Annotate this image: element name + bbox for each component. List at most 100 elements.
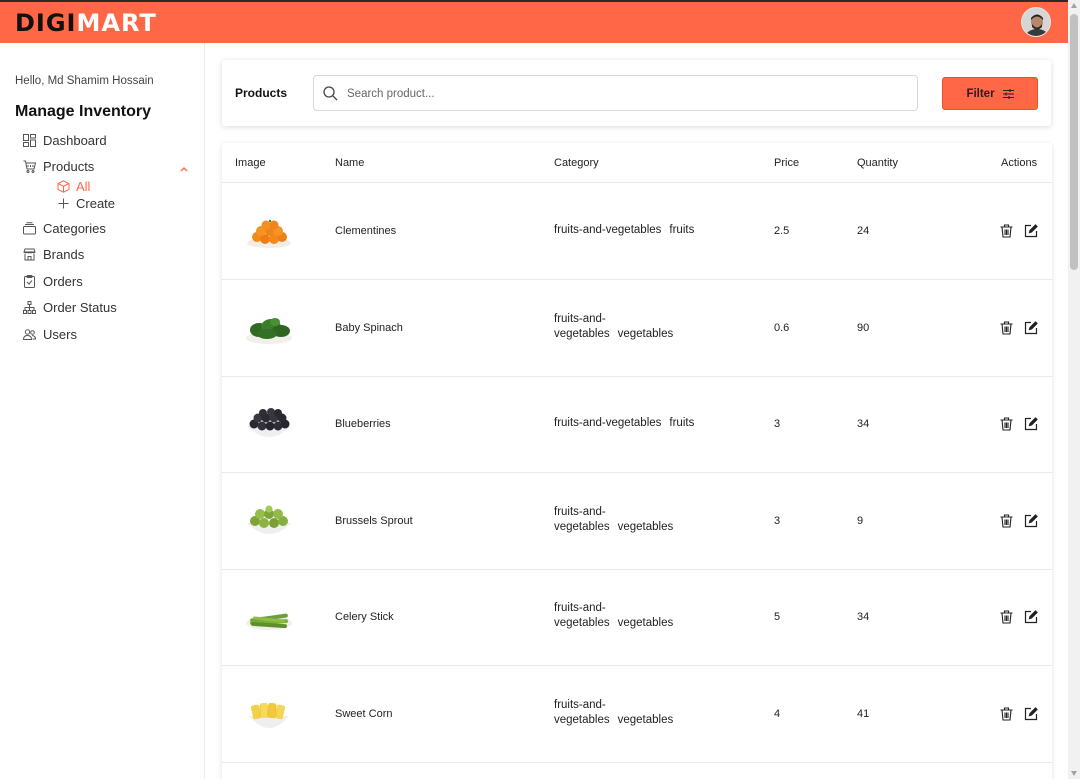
column-header-quantity: Quantity: [857, 157, 898, 169]
users-icon: [22, 327, 36, 341]
search-input[interactable]: [347, 84, 907, 104]
category-tag: fruits-and-vegetables: [554, 417, 662, 429]
categories-icon: [22, 221, 36, 235]
edit-icon[interactable]: [1023, 320, 1039, 336]
product-price: 5: [774, 611, 781, 623]
product-image-spinach: [246, 318, 292, 344]
scrollbar-thumb[interactable]: [1070, 14, 1078, 270]
edit-icon[interactable]: [1023, 223, 1039, 239]
delete-icon[interactable]: [998, 609, 1014, 625]
product-name: Celery Stick: [335, 611, 394, 623]
sidebar-item-products[interactable]: Products: [22, 156, 192, 176]
product-image-clementines: [247, 219, 291, 248]
sidebar-item-label: Dashboard: [43, 132, 107, 148]
product-category: fruits-and-vegetables vegetables: [554, 698, 724, 728]
table-row: Baby Spinach fruits-and-vegetables vegeta…: [222, 280, 1052, 377]
category-tag: fruits-and-vegetables: [554, 506, 610, 533]
sidebar-item-categories[interactable]: Categories: [22, 218, 192, 238]
sidebar-item-label: Products: [43, 158, 95, 174]
product-name: Blueberries: [335, 418, 391, 430]
edit-icon[interactable]: [1023, 416, 1039, 432]
product-name: Baby Spinach: [335, 322, 403, 334]
category-tag: fruits: [669, 224, 695, 236]
product-category: fruits-and-vegetables vegetables: [554, 601, 724, 631]
greeting: Hello, Md Shamim Hossain: [15, 75, 154, 87]
product-price: 0.6: [774, 322, 790, 334]
product-quantity: 9: [857, 515, 864, 527]
store-icon: [22, 247, 36, 261]
category-tag: fruits: [669, 417, 695, 429]
sidebar-item-label: Orders: [43, 273, 83, 289]
delete-icon[interactable]: [998, 416, 1014, 432]
category-tag: vegetables: [617, 328, 674, 340]
search-icon: [323, 86, 338, 106]
chevron-up-icon[interactable]: [180, 160, 188, 175]
edit-icon[interactable]: [1023, 706, 1039, 722]
product-image-sweet-corn: [249, 702, 289, 728]
delete-icon[interactable]: [998, 706, 1014, 722]
plus-icon: [56, 196, 70, 210]
search-panel: Products Filter: [222, 60, 1051, 126]
sidebar-item-label: Brands: [43, 246, 85, 262]
column-header-image: Image: [235, 157, 266, 169]
category-tag: vegetables: [617, 617, 674, 629]
sidebar-subitem-create[interactable]: Create: [56, 195, 115, 211]
column-header-name: Name: [335, 157, 365, 169]
sidebar-item-label: Users: [43, 326, 77, 342]
table-header: Image Name Category Price Quantity Actio…: [222, 143, 1052, 183]
category-tag: vegetables: [617, 521, 674, 533]
product-quantity: 34: [857, 611, 870, 623]
cart-icon: [22, 159, 36, 173]
logo-part1: DIGI: [15, 9, 77, 37]
product-price: 3: [774, 515, 781, 527]
product-quantity: 34: [857, 418, 870, 430]
sidebar-item-users[interactable]: Users: [22, 324, 192, 344]
product-name: Sweet Corn: [335, 708, 393, 720]
logo-part2: MART: [76, 9, 157, 37]
scroll-down-arrow-icon[interactable]: [1071, 771, 1077, 776]
search-box[interactable]: [313, 75, 918, 111]
filter-button-label: Filter: [966, 87, 995, 100]
edit-icon[interactable]: [1023, 609, 1039, 625]
user-avatar[interactable]: [1021, 7, 1051, 37]
sidebar-title: Manage Inventory: [15, 103, 152, 120]
filter-button[interactable]: Filter: [942, 77, 1038, 110]
logo[interactable]: DIGIMART: [15, 9, 157, 37]
product-price: 2.5: [774, 225, 790, 237]
top-header: DIGIMART: [0, 0, 1068, 43]
hierarchy-icon: [22, 300, 36, 314]
product-image-blueberries: [247, 408, 291, 437]
product-price: 3: [774, 418, 781, 430]
avatar-icon: [1022, 8, 1050, 36]
product-quantity: 41: [857, 708, 870, 720]
category-tag: fruits-and-vegetables: [554, 602, 610, 629]
product-category: fruits-and-vegetables vegetables: [554, 505, 724, 535]
table-row: Sweet Corn fruits-and-vegetables vegetabl…: [222, 666, 1052, 763]
column-header-actions: Actions: [1001, 157, 1038, 169]
sidebar-item-orders[interactable]: Orders: [22, 271, 192, 291]
page-scrollbar[interactable]: [1068, 0, 1080, 779]
sidebar: Hello, Md Shamim Hossain Manage Inventor…: [0, 43, 205, 779]
product-category: fruits-and-vegetables fruits: [554, 223, 724, 238]
product-category: fruits-and-vegetables fruits: [554, 416, 724, 431]
sidebar-item-dashboard[interactable]: Dashboard: [22, 130, 192, 150]
scroll-up-arrow-icon[interactable]: [1071, 3, 1077, 8]
sidebar-subitem-label: Create: [76, 195, 116, 211]
category-tag: fruits-and-vegetables: [554, 224, 662, 236]
sidebar-item-order-status[interactable]: Order Status: [22, 297, 192, 317]
cube-icon: [56, 179, 70, 193]
delete-icon[interactable]: [998, 513, 1014, 529]
product-image-celery: [246, 613, 292, 630]
table-row: Brussels Sprout fruits-and-vegetables veg…: [222, 473, 1052, 570]
sidebar-subitem-all[interactable]: All: [56, 178, 90, 194]
delete-icon[interactable]: [998, 223, 1014, 239]
product-price: 4: [774, 708, 781, 720]
edit-icon[interactable]: [1023, 513, 1039, 529]
category-tag: vegetables: [617, 714, 674, 726]
search-panel-title: Products: [235, 86, 288, 100]
product-name: Brussels Sprout: [335, 515, 413, 527]
column-header-price: Price: [774, 157, 800, 169]
sidebar-item-brands[interactable]: Brands: [22, 244, 192, 264]
delete-icon[interactable]: [998, 320, 1014, 336]
product-quantity: 90: [857, 322, 870, 334]
